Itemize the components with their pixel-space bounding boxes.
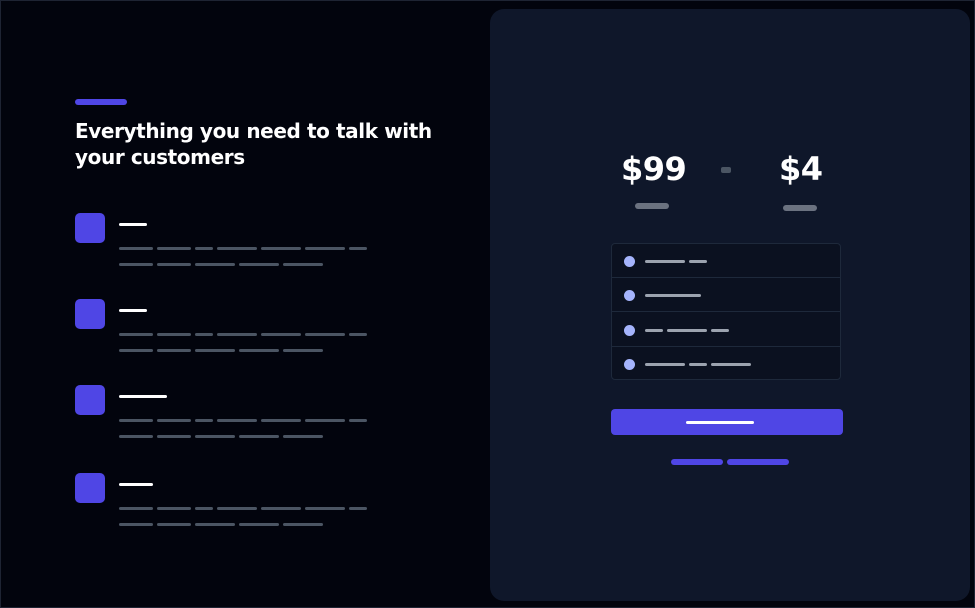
secondary-link[interactable]: [727, 459, 789, 465]
feature-title-placeholder: [119, 309, 147, 312]
list-item-text-placeholder: [689, 260, 707, 263]
old-price: $99: [621, 150, 687, 188]
list-item-text-placeholder: [689, 363, 707, 366]
feature-title-placeholder: [119, 395, 167, 398]
plan-feature-list: [611, 243, 841, 380]
list-item-text-placeholder: [645, 363, 685, 366]
list-item: [612, 313, 840, 347]
accent-bar: [75, 99, 127, 105]
bullet-dot-icon: [624, 256, 635, 267]
feature-title-placeholder: [119, 483, 153, 486]
list-item-text-placeholder: [667, 329, 707, 332]
bullet-dot-icon: [624, 359, 635, 370]
list-item-text-placeholder: [711, 329, 729, 332]
cta-label-placeholder: [686, 421, 754, 424]
feature-item: [75, 299, 375, 369]
list-item: [612, 347, 840, 379]
new-price-caption-placeholder: [783, 205, 817, 211]
cta-button[interactable]: [611, 409, 843, 435]
feature-item: [75, 473, 375, 543]
secondary-link[interactable]: [671, 459, 723, 465]
bullet-dot-icon: [624, 290, 635, 301]
list-item-text-placeholder: [645, 294, 701, 297]
list-item-text-placeholder: [645, 329, 663, 332]
feature-item: [75, 385, 375, 455]
list-item: [612, 244, 840, 278]
page-title: Everything you need to talk with your cu…: [75, 119, 432, 169]
square-icon: [75, 213, 105, 243]
square-icon: [75, 385, 105, 415]
price-divider: [721, 167, 731, 173]
page-frame: Everything you need to talk with your cu…: [0, 0, 975, 608]
square-icon: [75, 473, 105, 503]
feature-item: [75, 213, 375, 283]
feature-title-placeholder: [119, 223, 147, 226]
old-price-caption-placeholder: [635, 203, 669, 209]
square-icon: [75, 299, 105, 329]
list-item-text-placeholder: [711, 363, 751, 366]
new-price: $4: [779, 150, 823, 188]
list-item: [612, 278, 840, 312]
list-item-text-placeholder: [645, 260, 685, 263]
bullet-dot-icon: [624, 325, 635, 336]
